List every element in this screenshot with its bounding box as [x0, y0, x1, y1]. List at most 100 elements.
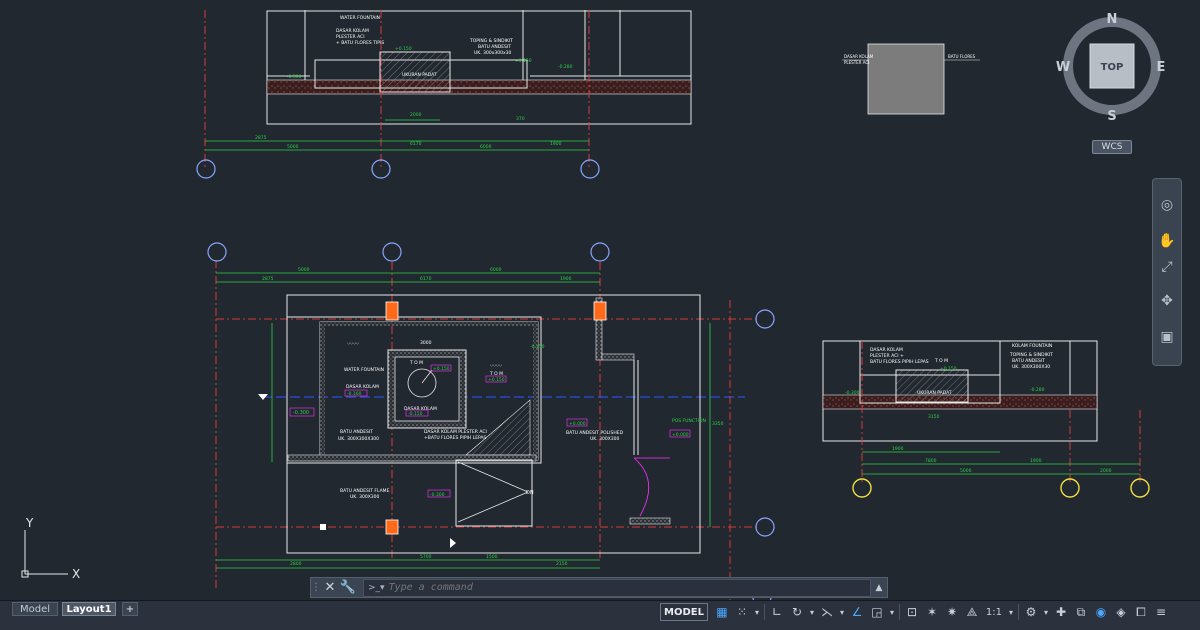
annotation-scale-icon[interactable]: ⟁: [962, 603, 982, 621]
plan-label-4: UK. 300X300X300: [338, 436, 379, 442]
plan-label-1: DASAR KOLAM: [346, 384, 379, 390]
hardware-accel-icon[interactable]: ◈: [1111, 603, 1131, 621]
top-section: WATER FOUNTAIN DASAR KOLAM PLESTER ACI +…: [196, 10, 692, 179]
right-label-5: BATU ANDESIT: [1012, 358, 1045, 364]
osnap-icon[interactable]: ◲: [867, 603, 887, 621]
add-layout-button[interactable]: +: [122, 602, 138, 616]
orbit-icon[interactable]: ✥: [1157, 291, 1177, 311]
wcs-menu-button[interactable]: WCS: [1092, 140, 1132, 154]
snap-dropdown-icon[interactable]: ▾: [752, 603, 762, 621]
plan-label-3: BATU ANDESIT: [340, 429, 373, 435]
selection-cycling-icon[interactable]: ⊡: [902, 603, 922, 621]
wrench-icon[interactable]: 🔧: [339, 579, 357, 597]
chevron-up-icon[interactable]: ▲: [871, 583, 887, 593]
tab-layout1-label: Layout1: [66, 603, 112, 615]
right-dim-5: 3150: [928, 414, 940, 420]
right-dim-2: 5000: [960, 468, 972, 474]
annotation-auto-icon[interactable]: ✷: [942, 603, 962, 621]
plan-level-5: -0.300: [430, 492, 445, 498]
annotation-icon[interactable]: ✶: [922, 603, 942, 621]
grid-bubble: [755, 309, 775, 329]
showmotion-icon[interactable]: ▣: [1157, 327, 1177, 347]
command-grip[interactable]: ⋮: [311, 578, 321, 597]
pan-icon[interactable]: ✋: [1157, 231, 1177, 251]
gear-icon[interactable]: ⚙: [1021, 603, 1041, 621]
snap-icon[interactable]: ⁙: [732, 603, 752, 621]
plan-dim-1: 5000: [298, 267, 310, 273]
tab-model[interactable]: Model: [12, 602, 58, 616]
zoom-icon[interactable]: ⤢: [1157, 257, 1177, 277]
hamburger-icon[interactable]: ≡: [1151, 603, 1171, 621]
scale-label: 1:1: [985, 606, 1003, 618]
add-layout-label: +: [125, 603, 135, 615]
polar-dropdown-icon[interactable]: ▾: [807, 603, 817, 621]
osnap-tracking-icon[interactable]: ∠: [847, 603, 867, 621]
drawing-canvas[interactable]: WATER FOUNTAIN DASAR KOLAM PLESTER ACI +…: [0, 0, 1200, 630]
gear-dropdown-icon[interactable]: ▾: [1041, 603, 1051, 621]
ortho-icon[interactable]: ∟: [767, 603, 787, 621]
top-label-1: DASAR KOLAM: [336, 28, 369, 34]
status-bar: MODEL ▦ ⁙ ▾ ∟ ↻ ▾ ⋋ ▾ ∠ ◲ ▾ ⊡ ✶ ✷ ⟁ 1:1 …: [660, 601, 1200, 623]
right-section-fountain: [895, 369, 969, 403]
right-label-1: PLESTER ACI +: [870, 353, 904, 359]
plan-dim-4: 1900: [560, 276, 572, 282]
cad-drawing[interactable]: WATER FOUNTAIN DASAR KOLAM PLESTER ACI +…: [0, 0, 1200, 600]
navigation-bar[interactable]: ◎ ✋ ⤢ ✥ ▣: [1152, 178, 1182, 366]
compass-south[interactable]: S: [1107, 109, 1116, 124]
steering-wheel-icon[interactable]: ◎: [1157, 195, 1177, 215]
plan-label-12: DN: [526, 490, 534, 496]
plus-icon[interactable]: ✚: [1051, 603, 1071, 621]
scale-dropdown-icon[interactable]: ▾: [1006, 603, 1016, 621]
viewcube[interactable]: TOP N S E W: [1056, 12, 1166, 124]
right-dim-1: 7800: [925, 458, 937, 464]
fullscreen-icon[interactable]: ⧠: [1131, 603, 1151, 621]
pool-detail: DASAR KOLAM PLESTER ACI BATU FLORES: [842, 43, 980, 115]
isolate-icon[interactable]: ◉: [1091, 603, 1111, 621]
right-label-3: KOLAM FOUNTAIN: [1012, 343, 1052, 349]
plan-label-7: BATU ANDESIT POLISHED: [566, 430, 624, 436]
plan-label-8: UK. 300X300: [590, 436, 620, 442]
top-level-2: +0.150: [515, 58, 532, 64]
compass-west[interactable]: W: [1056, 60, 1070, 75]
top-dim-3: 6000: [480, 144, 492, 150]
plan-dim-7: 1500: [486, 554, 498, 560]
right-label-2: BATU FLORES PIPIH LEPAS: [870, 359, 929, 365]
pool-plan: 〰〰 〰〰 WATER FOUNTAIN DASAR KOLAM DASAR K…: [207, 242, 775, 600]
isodraft-dropdown-icon[interactable]: ▾: [837, 603, 847, 621]
right-level-0: -0.300: [845, 390, 860, 396]
plan-stair: [455, 459, 533, 527]
top-label-7: UKURAN PADAT: [402, 72, 437, 78]
wcs-label: WCS: [1101, 142, 1123, 152]
close-icon[interactable]: ✕: [321, 579, 339, 597]
tab-layout1[interactable]: Layout1: [62, 602, 116, 616]
command-input[interactable]: [388, 580, 870, 595]
model-space-button[interactable]: MODEL: [660, 603, 708, 621]
annotation-scale-value[interactable]: 1:1: [982, 603, 1006, 621]
top-label-5: BATU ANDESIT: [478, 44, 511, 50]
ucs-y-label: Y: [25, 516, 34, 530]
detail-block: [867, 43, 945, 115]
plan-level-6: +0.000: [569, 421, 586, 427]
plan-level-7: +0.000: [672, 432, 689, 438]
right-label-7: UKURAN PADAT: [917, 390, 952, 396]
plan-column: [385, 301, 399, 321]
isodraft-icon[interactable]: ⋋: [817, 603, 837, 621]
detail-label-1: PLESTER ACI: [844, 60, 869, 65]
right-level-1: +0.150: [940, 366, 957, 372]
tab-model-label: Model: [19, 603, 51, 615]
grid-icon[interactable]: ▦: [712, 603, 732, 621]
compass-north[interactable]: N: [1107, 12, 1118, 27]
plan-level-3: -0.160: [347, 391, 362, 397]
plan-level-8: -0.150: [530, 344, 545, 350]
command-line[interactable]: ⋮ ✕ 🔧 >_▾ ▲: [310, 577, 888, 598]
compass-east[interactable]: E: [1157, 60, 1166, 75]
right-dim-0: 1900: [892, 446, 904, 452]
command-prompt-icon[interactable]: >_▾: [364, 583, 389, 593]
command-prompt[interactable]: >_▾: [363, 578, 871, 597]
plan-dim-9: 2800: [290, 561, 302, 567]
polar-icon[interactable]: ↻: [787, 603, 807, 621]
right-level-2: -0.280: [1030, 387, 1045, 393]
right-label-0: DASAR KOLAM: [870, 347, 903, 353]
workspace-icon[interactable]: ⧉: [1071, 603, 1091, 621]
osnap-dropdown-icon[interactable]: ▾: [887, 603, 897, 621]
